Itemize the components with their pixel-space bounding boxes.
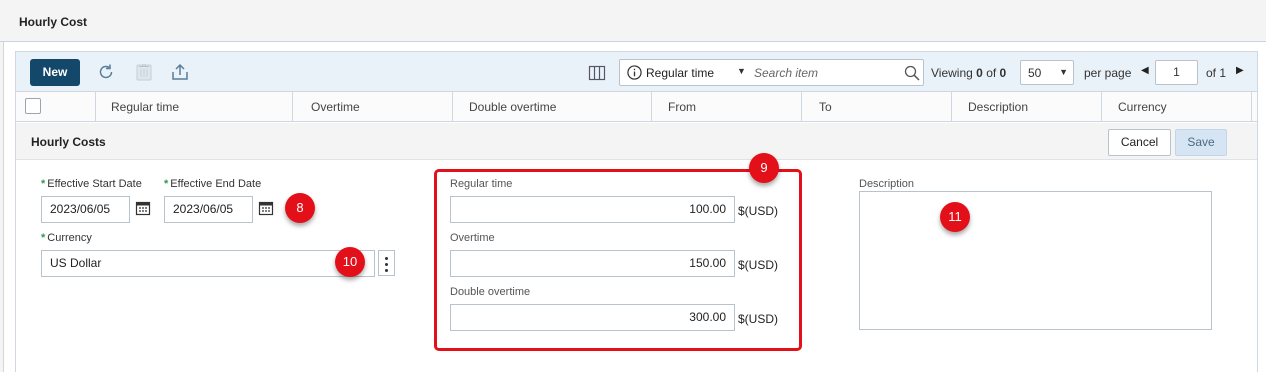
select-all-checkbox[interactable] [25, 98, 41, 114]
cancel-button[interactable]: Cancel [1108, 129, 1171, 156]
effective-end-input[interactable]: 2023/06/05 [164, 196, 253, 223]
column-header-currency[interactable]: Currency [1118, 100, 1167, 114]
column-divider [452, 92, 453, 122]
column-header-overtime[interactable]: Overtime [311, 100, 360, 114]
left-edge-divider [0, 42, 4, 372]
grid-toolbar: New Regular time ▼ Viewing 0 of 0 50 [16, 52, 1257, 92]
description-textarea[interactable] [859, 191, 1212, 330]
info-icon [627, 65, 642, 80]
per-page-label: per page [1084, 66, 1132, 80]
column-divider [95, 92, 96, 122]
refresh-icon[interactable] [96, 62, 116, 82]
page-title: Hourly Cost [19, 15, 88, 29]
search-icon[interactable] [904, 65, 920, 81]
viewing-count: Viewing 0 of 0 [931, 66, 1007, 80]
edit-form-header: Hourly Costs Cancel Save [16, 123, 1257, 160]
effective-start-label: * Effective Start Date [41, 178, 142, 190]
previous-page-icon[interactable]: ◀ [1141, 65, 1149, 76]
effective-start-input[interactable]: 2023/06/05 [41, 196, 130, 223]
column-header-double-overtime[interactable]: Double overtime [469, 100, 556, 114]
new-button[interactable]: New [30, 59, 80, 86]
search-input[interactable] [754, 64, 899, 81]
page-header: Hourly Cost [0, 0, 1266, 42]
column-divider [292, 92, 293, 122]
trash-icon[interactable] [134, 62, 154, 82]
column-divider [951, 92, 952, 122]
calendar-icon[interactable] [135, 200, 151, 216]
edit-form-title: Hourly Costs [31, 135, 106, 149]
currency-select[interactable]: US Dollar [41, 250, 375, 277]
chevron-down-icon[interactable]: ▼ [737, 66, 746, 76]
calendar-icon[interactable] [258, 200, 274, 216]
description-label: Description [859, 178, 915, 190]
save-button[interactable]: Save [1175, 129, 1227, 156]
step-marker-10: 10 [335, 247, 365, 277]
column-header-from[interactable]: From [668, 100, 696, 114]
next-page-icon[interactable]: ▶ [1236, 65, 1244, 76]
step-marker-8: 8 [285, 193, 315, 223]
column-divider [1251, 92, 1252, 122]
column-header-regular-time[interactable]: Regular time [111, 100, 179, 114]
column-divider [801, 92, 802, 122]
column-header-to[interactable]: To [819, 100, 832, 114]
highlight-box [434, 169, 802, 351]
columns-icon[interactable] [587, 63, 607, 83]
column-header-description[interactable]: Description [968, 100, 1028, 114]
per-page-select[interactable]: 50 ▼ [1020, 60, 1074, 85]
export-icon[interactable] [170, 62, 190, 82]
step-marker-9: 9 [749, 153, 779, 183]
page-number-input[interactable]: 1 [1155, 60, 1198, 85]
search-box: Regular time ▼ [619, 59, 924, 86]
table-header-row: Regular time Overtime Double overtime Fr… [16, 92, 1257, 122]
step-marker-11: 11 [940, 202, 970, 232]
currency-label: * Currency [41, 232, 92, 244]
chevron-down-icon: ▼ [1059, 67, 1068, 77]
column-divider [1101, 92, 1102, 122]
effective-end-label: * Effective End Date [164, 178, 262, 190]
more-options-icon[interactable] [378, 250, 395, 276]
page-total: of 1 [1206, 66, 1227, 80]
search-scope-dropdown[interactable]: Regular time [646, 66, 714, 80]
column-divider [651, 92, 652, 122]
